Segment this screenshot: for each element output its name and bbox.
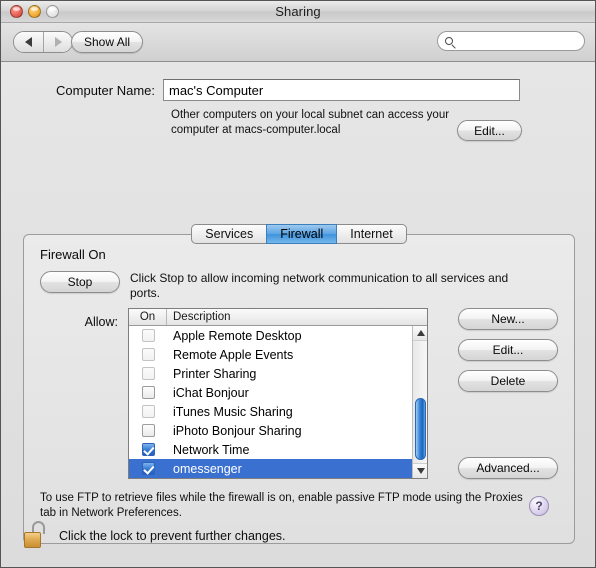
checkbox-cell[interactable] xyxy=(129,443,167,456)
ftp-note: To use FTP to retrieve files while the f… xyxy=(40,492,523,519)
window-title: Sharing xyxy=(275,4,321,19)
checkbox-unchecked-icon[interactable] xyxy=(141,424,155,437)
checkbox-checked-icon[interactable] xyxy=(141,462,155,475)
service-description: iPhoto Bonjour Sharing xyxy=(173,423,302,438)
list-scrollbar[interactable] xyxy=(412,326,427,478)
service-description: Printer Sharing xyxy=(173,366,257,381)
service-description: Apple Remote Desktop xyxy=(173,328,302,343)
stop-description: Click Stop to allow incoming network com… xyxy=(130,271,509,300)
edit-button[interactable]: Edit... xyxy=(458,339,558,361)
edit-computer-name-button[interactable]: Edit... xyxy=(457,120,522,141)
triangle-left-icon xyxy=(25,37,32,47)
checkbox-checked-icon[interactable] xyxy=(141,443,155,456)
unlocked-padlock-icon[interactable] xyxy=(23,521,49,551)
preference-content: Computer Name: Other computers on your l… xyxy=(1,62,595,567)
search-field[interactable] xyxy=(437,31,585,51)
list-item[interactable]: Apple Remote Desktop xyxy=(129,326,412,345)
scrollbar-thumb[interactable] xyxy=(415,398,426,460)
new-button[interactable]: New... xyxy=(458,308,558,330)
scroll-down-arrow[interactable] xyxy=(413,463,427,478)
scroll-up-arrow[interactable] xyxy=(413,326,427,341)
tab-firewall[interactable]: Firewall xyxy=(266,224,338,244)
column-header-description: Description xyxy=(173,311,231,323)
service-description: Network Time xyxy=(173,442,250,457)
checkbox-unchecked-icon[interactable] xyxy=(141,367,155,380)
firewall-services-list[interactable]: On Description Apple Remote Desktop Remot… xyxy=(128,308,428,479)
checkbox-unchecked-icon[interactable] xyxy=(141,386,155,399)
checkbox-cell[interactable] xyxy=(129,329,167,342)
triangle-down-icon xyxy=(416,468,425,474)
computer-name-input[interactable] xyxy=(163,79,520,101)
checkbox-cell[interactable] xyxy=(129,386,167,399)
padlock-body xyxy=(24,532,41,548)
list-item[interactable]: iTunes Music Sharing xyxy=(129,402,412,421)
list-body: Apple Remote Desktop Remote Apple Events P… xyxy=(129,326,427,478)
list-item[interactable]: Printer Sharing xyxy=(129,364,412,383)
column-header-on: On xyxy=(129,309,167,325)
allow-label: Allow: xyxy=(84,315,118,329)
list-item[interactable]: Network Time xyxy=(129,440,412,459)
list-rows: Apple Remote Desktop Remote Apple Events P… xyxy=(129,326,412,478)
forward-button[interactable] xyxy=(43,32,72,52)
list-item[interactable]: Remote Apple Events xyxy=(129,345,412,364)
triangle-up-icon xyxy=(416,330,425,336)
triangle-right-icon xyxy=(54,37,62,47)
firewall-state-label: Firewall On xyxy=(40,247,106,262)
checkbox-cell[interactable] xyxy=(129,367,167,380)
lock-label: Click the lock to prevent further change… xyxy=(59,529,286,543)
search-input[interactable] xyxy=(458,34,578,48)
sharing-preferences-window: Sharing Show All Computer Name: Other co… xyxy=(0,0,596,568)
tab-services[interactable]: Services xyxy=(191,224,268,244)
help-button[interactable]: ? xyxy=(529,496,549,516)
service-description: iChat Bonjour xyxy=(173,385,249,400)
checkbox-cell[interactable] xyxy=(129,405,167,418)
computer-name-row: Computer Name: xyxy=(1,79,596,101)
toolbar: Show All xyxy=(1,23,595,62)
show-all-button[interactable]: Show All xyxy=(71,31,144,53)
list-item[interactable]: omessenger xyxy=(129,459,412,478)
service-description: omessenger xyxy=(173,461,242,476)
advanced-button[interactable]: Advanced... xyxy=(458,457,558,479)
list-item[interactable]: iPhoto Bonjour Sharing xyxy=(129,421,412,440)
firewall-panel: Firewall On Stop Click Stop to allow inc… xyxy=(23,234,575,544)
tab-bar: Services Firewall Internet xyxy=(1,224,596,244)
checkbox-unchecked-icon[interactable] xyxy=(141,405,155,418)
delete-button[interactable]: Delete xyxy=(458,370,558,392)
tab-internet[interactable]: Internet xyxy=(336,224,407,244)
navigation-buttons xyxy=(13,31,73,53)
checkbox-cell[interactable] xyxy=(129,424,167,437)
checkbox-unchecked-icon[interactable] xyxy=(141,329,155,342)
back-button[interactable] xyxy=(14,32,43,52)
checkbox-unchecked-icon[interactable] xyxy=(141,348,155,361)
lock-row[interactable]: Click the lock to prevent further change… xyxy=(23,521,286,551)
checkbox-cell[interactable] xyxy=(129,462,167,475)
list-header: On Description xyxy=(129,309,427,326)
stop-firewall-button[interactable]: Stop xyxy=(40,271,120,293)
list-item[interactable]: iChat Bonjour xyxy=(129,383,412,402)
computer-name-label: Computer Name: xyxy=(56,82,155,98)
service-description: Remote Apple Events xyxy=(173,347,294,362)
subnet-description: Other computers on your local subnet can… xyxy=(171,109,450,136)
search-icon xyxy=(445,37,453,45)
checkbox-cell[interactable] xyxy=(129,348,167,361)
title-bar: Sharing xyxy=(1,1,595,23)
service-description: iTunes Music Sharing xyxy=(173,404,293,419)
